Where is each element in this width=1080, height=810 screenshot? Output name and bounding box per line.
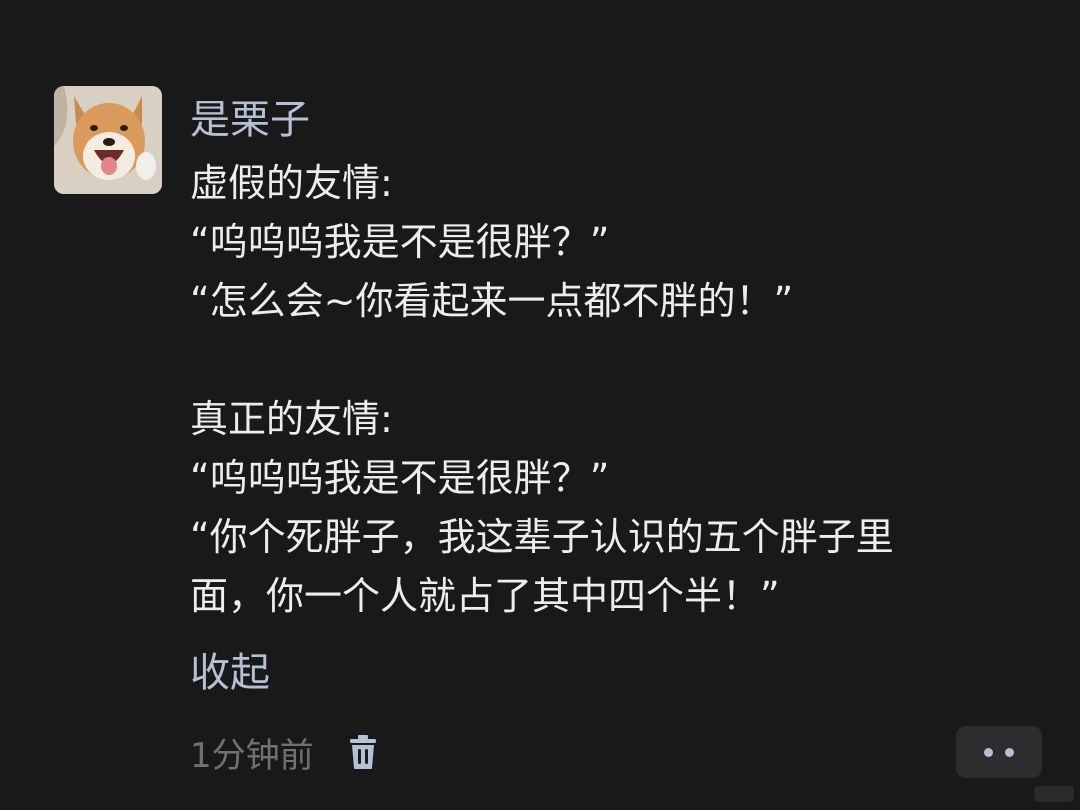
- comment-line: “你个死胖子，我这辈子认识的五个胖子里: [190, 515, 894, 559]
- comment-line: 面，你一个人就占了其中四个半！”: [190, 574, 780, 618]
- comment-line: “呜呜呜我是不是很胖？”: [190, 220, 610, 264]
- comment-line: “呜呜呜我是不是很胖？”: [190, 456, 610, 500]
- more-dots-icon: [984, 747, 993, 757]
- comment-line: 虚假的友情:: [190, 161, 393, 205]
- comment-line: “怎么会~你看起来一点都不胖的！”: [190, 279, 794, 323]
- more-dots-icon: [1005, 747, 1014, 757]
- watermark-logo: [1034, 786, 1074, 802]
- comment-line-blank: [190, 331, 1050, 390]
- shiba-dog-avatar-icon: [54, 86, 162, 194]
- avatar[interactable]: [54, 86, 162, 194]
- timestamp: 1分钟前: [190, 735, 314, 776]
- username[interactable]: 是栗子: [190, 92, 310, 148]
- more-options-button[interactable]: [956, 726, 1042, 778]
- comment-meta: 1分钟前: [190, 728, 378, 776]
- comment-text: 虚假的友情: “呜呜呜我是不是很胖？” “怎么会~你看起来一点都不胖的！” 真正…: [190, 154, 1050, 626]
- collapse-button[interactable]: 收起: [190, 645, 270, 701]
- comment-line: 真正的友情:: [190, 397, 393, 441]
- trash-icon[interactable]: [348, 734, 378, 770]
